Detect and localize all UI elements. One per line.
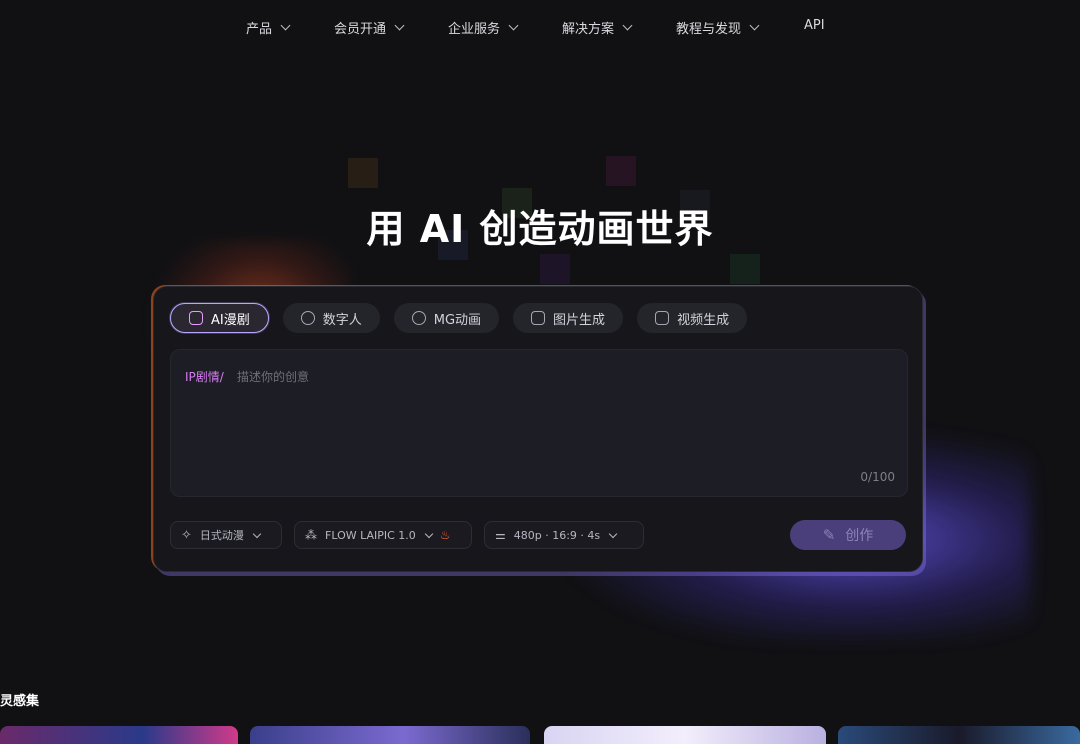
- sliders-icon: ⚌: [495, 528, 506, 542]
- chevron-down-icon: [749, 20, 760, 31]
- tab-digital-human[interactable]: 数字人: [282, 303, 380, 333]
- avatar-icon: [300, 311, 315, 325]
- chevron-down-icon: [252, 529, 262, 538]
- wand-icon: ✎: [822, 526, 836, 544]
- mode-tabs: AI漫剧 数字人 MG动画 图片生成 视频生成: [170, 303, 748, 333]
- play-icon: [411, 311, 426, 325]
- character-counter: 0/100: [860, 470, 895, 484]
- chevron-down-icon: [424, 529, 434, 538]
- inspiration-title: 灵感集: [0, 694, 40, 709]
- nav-label: 企业服务: [448, 22, 501, 37]
- inspiration-card[interactable]: [544, 726, 826, 744]
- nav-label: API: [804, 18, 825, 33]
- model-select[interactable]: ⁂ FLOW LAIPIC 1.0 ♨: [294, 521, 472, 549]
- create-button-label: 创作: [845, 528, 874, 544]
- style-select-label: 日式动漫: [199, 529, 244, 542]
- chevron-down-icon: [394, 20, 405, 31]
- model-icon: ⁂: [305, 528, 317, 542]
- chevron-down-icon: [608, 529, 618, 538]
- chevron-down-icon: [622, 20, 633, 31]
- nav-item-tutorials[interactable]: 教程与发现: [676, 18, 760, 37]
- nav-label: 解决方案: [562, 22, 615, 37]
- generation-controls: ✧ 日式动漫 ⁂ FLOW LAIPIC 1.0 ♨ ⚌ 480p · 16:9…: [170, 521, 644, 549]
- fire-icon: ♨: [439, 528, 451, 542]
- tab-image-generation[interactable]: 图片生成: [513, 303, 624, 333]
- video-settings-label: 480p · 16:9 · 4s: [513, 528, 601, 542]
- inspiration-card[interactable]: [0, 726, 238, 744]
- chevron-down-icon: [508, 20, 519, 31]
- image-icon: [531, 311, 546, 325]
- nav-item-solutions[interactable]: 解决方案: [562, 18, 633, 37]
- tab-label: AI漫剧: [211, 312, 250, 328]
- create-button[interactable]: ✎ 创作: [790, 520, 906, 550]
- style-select[interactable]: ✧ 日式动漫: [170, 521, 282, 549]
- tab-label: 视频生成: [677, 312, 730, 328]
- tab-label: 数字人: [322, 312, 362, 328]
- model-select-label: FLOW LAIPIC 1.0: [325, 528, 416, 542]
- chevron-down-icon: [280, 20, 291, 31]
- prompt-input[interactable]: IP剧情/ 描述你的创意 0/100: [170, 349, 908, 497]
- inspiration-card[interactable]: [838, 726, 1080, 744]
- top-nav: 产品 会员开通 企业服务 解决方案 教程与发现 API: [0, 0, 1080, 54]
- tab-video-generation[interactable]: 视频生成: [637, 303, 748, 333]
- video-icon: [655, 311, 670, 325]
- nav-item-products[interactable]: 产品: [246, 18, 291, 37]
- hero-title: 用 AI 创造动画世界: [366, 207, 714, 251]
- inspiration-card[interactable]: [250, 726, 530, 744]
- video-settings-select[interactable]: ⚌ 480p · 16:9 · 4s: [484, 521, 644, 549]
- nav-label: 产品: [246, 22, 273, 37]
- tab-label: MG动画: [433, 312, 482, 328]
- prompt-prefix: IP剧情/: [185, 370, 224, 384]
- sparkle-icon: ✧: [181, 527, 192, 543]
- tab-label: 图片生成: [553, 312, 606, 328]
- tab-ai-comic[interactable]: AI漫剧: [170, 303, 269, 333]
- nav-item-api[interactable]: API: [804, 18, 825, 33]
- nav-label: 教程与发现: [676, 22, 742, 37]
- nav-item-enterprise[interactable]: 企业服务: [448, 18, 519, 37]
- creation-panel: AI漫剧 数字人 MG动画 图片生成 视频生成 IP剧情/ 描述你的创意 0/1…: [153, 286, 923, 572]
- nav-item-membership[interactable]: 会员开通: [334, 18, 405, 37]
- nav-label: 会员开通: [334, 22, 387, 37]
- prompt-placeholder: 描述你的创意: [237, 370, 310, 384]
- comic-icon: [189, 311, 203, 325]
- tab-mg-animation[interactable]: MG动画: [393, 303, 500, 333]
